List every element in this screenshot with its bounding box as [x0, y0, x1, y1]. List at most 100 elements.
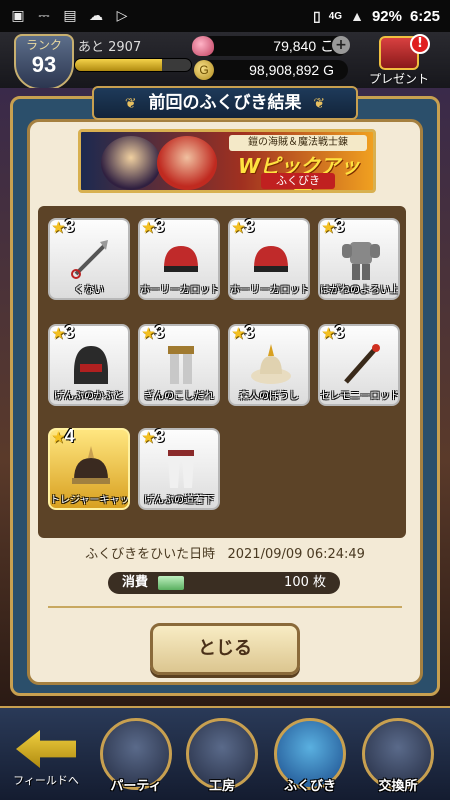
pants-icon	[158, 446, 204, 492]
nav-label: 交換所	[378, 779, 418, 794]
cap-icon	[248, 236, 294, 282]
star-rarity: ★3	[52, 216, 75, 237]
cloud-icon: ☁	[89, 8, 103, 24]
result-item[interactable]: ★3 はがねのよろい上	[318, 216, 400, 300]
close-button[interactable]: とじる	[150, 623, 300, 675]
draw-date-value: 2021/09/09 06:24:49	[227, 547, 365, 562]
result-item[interactable]: ★3 ホーリーカロット	[228, 216, 310, 300]
dialog-title-text: 前回のふくびき結果	[148, 93, 302, 113]
gold-counter: G 98,908,892 G	[194, 60, 348, 80]
play-store-icon: ▷	[116, 8, 128, 24]
star-count: 4	[64, 426, 75, 446]
star-rarity: ★4	[52, 426, 75, 447]
present-label: プレゼント	[368, 72, 429, 86]
nav-item[interactable]: 交換所	[356, 718, 440, 800]
result-item[interactable]: ★3 ホーリーカロット	[138, 216, 220, 300]
star-rarity: ★3	[232, 322, 255, 343]
fleur-left-icon: ❦	[124, 96, 137, 112]
result-item[interactable]: ★3 セレモニーロッド	[318, 322, 400, 406]
result-item[interactable]: ★3 森人のぼうし	[228, 322, 310, 406]
star-rarity: ★3	[142, 322, 165, 343]
armor-icon	[338, 236, 384, 282]
battery-level: 92%	[371, 7, 402, 25]
result-item[interactable]: ★3 くない	[48, 216, 130, 300]
item-name: トレジャーキャップ	[50, 495, 128, 506]
star-count: 3	[64, 322, 75, 342]
star-rarity: ★3	[142, 426, 165, 447]
star-icon: ★	[52, 429, 65, 445]
fleur-right-icon: ❦	[313, 96, 326, 112]
vibrate-icon: ▯	[313, 8, 321, 24]
star-count: 3	[154, 322, 165, 342]
present-button[interactable]: ! プレゼント	[364, 34, 434, 92]
helmet-icon	[68, 342, 114, 388]
spiked-helmet-icon	[68, 446, 114, 492]
star-icon: ★	[142, 325, 155, 341]
add-gems-button[interactable]: +	[332, 36, 350, 54]
banner-tag: ふくびき	[261, 173, 335, 189]
result-item[interactable]: ★3 げんぶの道着下	[138, 426, 220, 510]
gold-amount: 98,908,892 G	[249, 62, 334, 78]
banner-subtitle: 鎧の海賊＆魔法戦士錬	[229, 135, 367, 151]
exp-bar-fill	[75, 59, 162, 71]
star-rarity: ★3	[322, 216, 345, 237]
alert-badge: !	[410, 34, 430, 54]
rank-value: 93	[31, 52, 57, 77]
nav-label: 工房	[208, 779, 235, 794]
star-count: 3	[244, 322, 255, 342]
gem-counter: 79,840 こ	[192, 36, 348, 56]
star-icon: ★	[52, 325, 65, 341]
clock: 6:25	[409, 7, 440, 25]
item-name: ホーリーカロット	[230, 285, 308, 296]
star-count: 3	[244, 216, 255, 236]
pirate-character-art	[101, 136, 161, 190]
nav-item[interactable]: 工房	[180, 718, 264, 800]
gem-amount: 79,840 こ	[273, 38, 334, 54]
rank-label: ランク	[25, 38, 62, 52]
item-name: はがねのよろい上	[320, 285, 398, 296]
image-icon: ▣	[11, 8, 25, 24]
item-grid: ★3 くない ★3 ホーリーカロット ★3 ホーリーカロット ★3 はがねのよろい上 ★3 げんぶ…	[38, 206, 406, 538]
star-rarity: ★3	[232, 216, 255, 237]
star-icon: ★	[232, 325, 245, 341]
star-count: 3	[154, 426, 165, 446]
star-rarity: ★3	[142, 216, 165, 237]
leg-armor-icon	[158, 342, 204, 388]
nav-item[interactable]: ふくびき	[268, 718, 352, 800]
star-count: 3	[64, 216, 75, 236]
usb-icon: ⎓	[38, 8, 50, 24]
item-name: 森人のぼうし	[239, 391, 299, 402]
cost-value: 100 枚	[284, 575, 326, 590]
star-count: 3	[334, 216, 345, 236]
network-type: 4G	[328, 10, 343, 22]
result-item[interactable]: ★4 トレジャーキャップ	[48, 426, 130, 510]
star-icon: ★	[52, 219, 65, 235]
field-button[interactable]: フィールドへ	[6, 722, 86, 796]
cost-row: 消費 100 枚	[108, 572, 340, 594]
nav-label: ふくびき	[283, 779, 336, 794]
star-icon: ★	[232, 219, 245, 235]
exp-bar	[74, 58, 192, 72]
star-icon: ★	[142, 429, 155, 445]
star-count: 3	[334, 322, 345, 342]
result-item[interactable]: ★3 ぎんのこしだれ	[138, 322, 220, 406]
star-rarity: ★3	[322, 322, 345, 343]
bottom-nav: フィールドへ パーティ 工房 ふくびき 交換所	[0, 706, 450, 800]
star-count: 3	[154, 216, 165, 236]
cost-label: 消費	[122, 575, 149, 590]
ticket-icon	[158, 576, 184, 590]
item-name: セレモニーロッド	[320, 391, 398, 402]
nav-item[interactable]: パーティ	[94, 718, 178, 800]
dialog-title: ❦ 前回のふくびき結果 ❦	[92, 86, 358, 120]
mage-character-art	[157, 136, 217, 190]
back-arrow-icon	[16, 730, 76, 768]
item-name: げんぶのかぶと	[54, 391, 124, 402]
sim-icon: ▤	[63, 8, 77, 24]
field-label: フィールドへ	[13, 774, 79, 787]
star-icon: ★	[142, 219, 155, 235]
cap-icon	[158, 236, 204, 282]
item-name: げんぶの道着下	[144, 495, 214, 506]
result-item[interactable]: ★3 げんぶのかぶと	[48, 322, 130, 406]
status-bar: ▣ ⎓ ▤ ☁ ▷ ▯ 4G ▲ 92% 6:25	[0, 0, 450, 32]
star-icon: ★	[322, 219, 335, 235]
